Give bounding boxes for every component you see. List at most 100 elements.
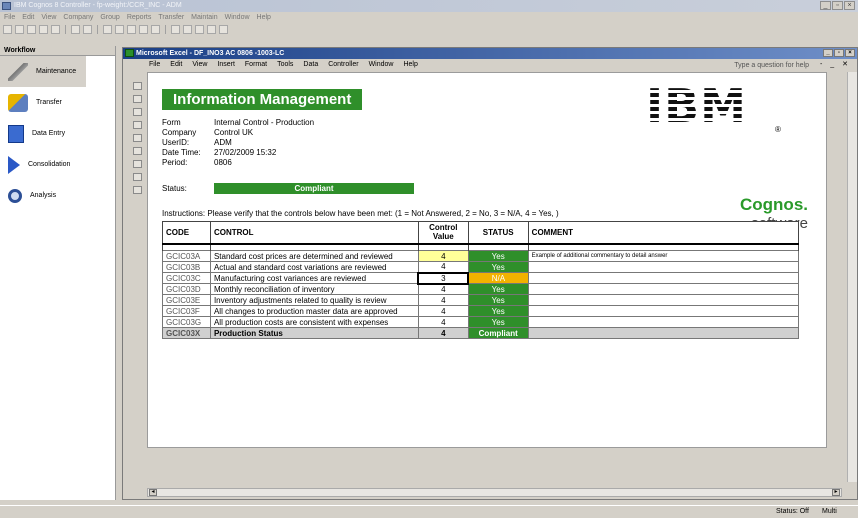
excel-menu-item[interactable]: Tools [277,59,293,70]
paste-icon[interactable] [127,25,136,34]
preview-icon[interactable] [83,25,92,34]
undo-icon[interactable] [151,25,160,34]
control-value-input[interactable]: 4 [417,261,469,273]
status-badge: Compliant [214,183,414,194]
excel-menu-item[interactable]: Data [303,59,318,70]
comment-input[interactable] [527,305,800,317]
app-menu-item[interactable]: Group [100,12,119,23]
open-icon[interactable] [15,25,24,34]
status-cell: Compliant [467,327,529,339]
print-icon[interactable] [71,25,80,34]
app-menu-item[interactable]: Company [63,12,93,23]
app-menu-item[interactable]: Maintain [191,12,217,23]
status-cell: Yes [467,294,529,306]
save-icon[interactable] [27,25,36,34]
status-cell: N/A [467,272,529,284]
tool-icon[interactable] [133,173,142,181]
restore-icon[interactable]: ▫ [832,1,843,10]
close-icon[interactable]: × [844,1,855,10]
workbook-controls[interactable]: - _ ✕ [820,59,851,70]
app-menu-item[interactable]: Window [225,12,250,23]
info-value-datetime: 27/02/2009 15:32 [214,148,277,157]
control-value-input[interactable]: 4 [417,294,469,306]
workflow-item-label: Analysis [30,192,57,199]
close-icon[interactable]: × [845,49,855,57]
control-cell: Actual and standard cost variations are … [209,261,419,273]
horizontal-scrollbar[interactable]: ◂ ▸ [147,488,842,497]
run-icon[interactable] [171,25,180,34]
tool-icon[interactable] [133,160,142,168]
app-title-bar: IBM Cognos 8 Controller - fp-weight:/CCR… [0,0,858,12]
binoculars-icon[interactable] [207,25,216,34]
workflow-item-maintenance[interactable]: Maintenance [0,56,86,87]
scroll-right-icon[interactable]: ▸ [832,489,840,496]
scroll-left-icon[interactable]: ◂ [149,489,157,496]
excel-menubar: File Edit View Insert Format Tools Data Control… [123,59,857,70]
transfer-icon [8,93,28,112]
tool-icon[interactable] [133,121,142,129]
table-row: GCIC03E Inventory adjustments related to … [162,294,800,306]
excel-menu-item[interactable]: File [149,59,160,70]
window-icon[interactable] [183,25,192,34]
copy-icon[interactable] [39,25,48,34]
workflow-item-transfer[interactable]: Transfer [0,87,115,118]
app-menu-item[interactable]: Transfer [158,12,184,23]
spacer-cell [467,243,529,251]
code-cell: GCIC03F [162,305,211,317]
registered-mark: ® [775,125,781,134]
comment-input[interactable] [527,294,800,306]
control-value-input[interactable]: 3 [417,271,470,285]
comment-input[interactable] [527,261,800,273]
app-menu-item[interactable]: Reports [127,12,152,23]
paste-icon[interactable] [51,25,60,34]
comment-input[interactable]: Example of additional commentary to deta… [527,250,800,262]
excel-menu-item[interactable]: Help [403,59,417,70]
comment-input[interactable] [527,283,800,295]
comment-input[interactable] [527,272,800,284]
restore-icon[interactable]: ▫ [834,49,844,57]
control-value-input[interactable]: 4 [417,250,469,262]
cut-icon[interactable] [103,25,112,34]
column-header-control-value: Control Value [417,221,469,245]
column-header-control: CONTROL [209,221,419,245]
excel-icon [125,49,134,57]
app-menu-item[interactable]: View [41,12,56,23]
save-icon[interactable] [133,186,142,194]
app-menu-item[interactable]: Edit [22,12,34,23]
app-menu-item[interactable]: Help [257,12,271,23]
question-input[interactable]: Type a question for help [734,60,809,71]
comment-input[interactable] [527,316,800,328]
app-menu-item[interactable]: File [4,12,15,23]
spacer-cell [417,243,469,251]
excel-menu-item[interactable]: Edit [170,59,182,70]
excel-menu-item[interactable]: Insert [217,59,235,70]
tool-icon[interactable] [133,134,142,142]
control-cell: Monthly reconciliation of inventory [209,283,419,295]
tool-icon[interactable] [133,147,142,155]
table-row: GCIC03A Standard cost prices are determin… [162,250,800,262]
control-value-input[interactable]: 4 [417,316,469,328]
copy-icon[interactable] [115,25,124,34]
grid-icon[interactable] [195,25,204,34]
workflow-item-data-entry[interactable]: Data Entry [0,118,115,149]
delete-icon[interactable] [139,25,148,34]
excel-menu-item[interactable]: View [192,59,207,70]
minimize-icon[interactable]: _ [823,49,833,57]
vertical-scrollbar[interactable] [847,72,857,482]
tool-icon[interactable] [133,108,142,116]
control-value-input[interactable]: 4 [417,283,469,295]
new-icon[interactable] [3,25,12,34]
workflow-panel: Workflow Maintenance Transfer Data Entry… [0,46,116,500]
help-icon[interactable] [133,95,142,103]
spacer-cell [209,243,419,251]
excel-menu-item[interactable]: Window [369,59,394,70]
excel-menu-item[interactable]: Format [245,59,267,70]
tool-icon[interactable] [133,82,142,90]
workflow-item-consolidation[interactable]: Consolidation [0,149,115,180]
excel-menu-item[interactable]: Controller [328,59,358,70]
minimize-icon[interactable]: _ [820,1,831,10]
control-value-input[interactable]: 4 [417,305,469,317]
code-cell: GCIC03C [162,272,211,284]
sheet-icon[interactable] [219,25,228,34]
workflow-item-analysis[interactable]: Analysis [0,180,115,211]
